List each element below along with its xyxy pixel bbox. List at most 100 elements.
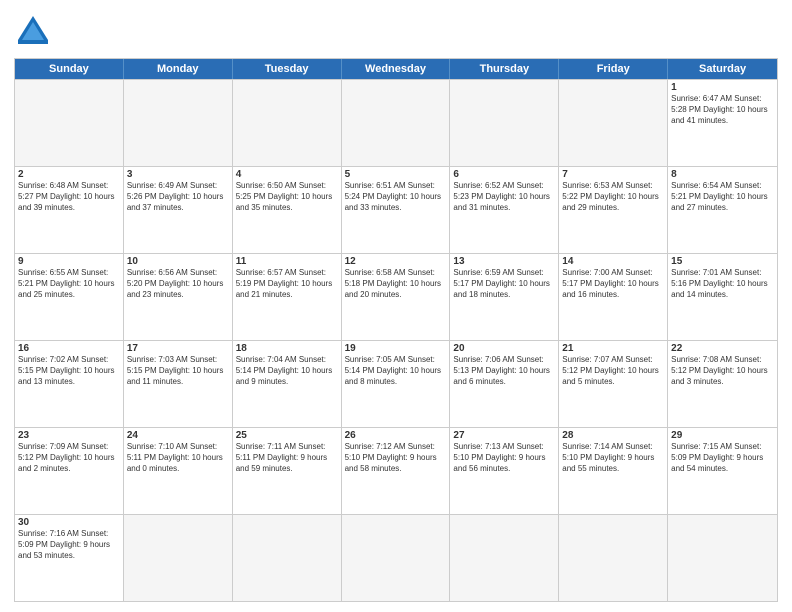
cell-w5-d1 [124, 515, 233, 601]
cell-w2-d1: 10Sunrise: 6:56 AM Sunset: 5:20 PM Dayli… [124, 254, 233, 340]
cell-w3-d4: 20Sunrise: 7:06 AM Sunset: 5:13 PM Dayli… [450, 341, 559, 427]
logo-icon [14, 12, 52, 50]
cell-content: Sunrise: 6:53 AM Sunset: 5:22 PM Dayligh… [562, 181, 664, 213]
cell-w1-d4: 6Sunrise: 6:52 AM Sunset: 5:23 PM Daylig… [450, 167, 559, 253]
cell-w3-d5: 21Sunrise: 7:07 AM Sunset: 5:12 PM Dayli… [559, 341, 668, 427]
cell-w5-d0: 30Sunrise: 7:16 AM Sunset: 5:09 PM Dayli… [15, 515, 124, 601]
week-row-1: 2Sunrise: 6:48 AM Sunset: 5:27 PM Daylig… [15, 166, 777, 253]
cell-content: Sunrise: 6:47 AM Sunset: 5:28 PM Dayligh… [671, 94, 774, 126]
day-number: 8 [671, 169, 774, 180]
day-header-tuesday: Tuesday [233, 59, 342, 79]
day-number: 10 [127, 256, 229, 267]
day-number: 14 [562, 256, 664, 267]
cell-w3-d2: 18Sunrise: 7:04 AM Sunset: 5:14 PM Dayli… [233, 341, 342, 427]
cell-w1-d3: 5Sunrise: 6:51 AM Sunset: 5:24 PM Daylig… [342, 167, 451, 253]
day-headers: SundayMondayTuesdayWednesdayThursdayFrid… [15, 59, 777, 79]
cell-w4-d1: 24Sunrise: 7:10 AM Sunset: 5:11 PM Dayli… [124, 428, 233, 514]
cell-content: Sunrise: 7:00 AM Sunset: 5:17 PM Dayligh… [562, 268, 664, 300]
week-row-3: 16Sunrise: 7:02 AM Sunset: 5:15 PM Dayli… [15, 340, 777, 427]
cell-content: Sunrise: 7:02 AM Sunset: 5:15 PM Dayligh… [18, 355, 120, 387]
day-header-monday: Monday [124, 59, 233, 79]
day-number: 27 [453, 430, 555, 441]
day-number: 13 [453, 256, 555, 267]
cell-content: Sunrise: 6:55 AM Sunset: 5:21 PM Dayligh… [18, 268, 120, 300]
day-header-wednesday: Wednesday [342, 59, 451, 79]
cell-w0-d0 [15, 80, 124, 166]
cell-content: Sunrise: 7:10 AM Sunset: 5:11 PM Dayligh… [127, 442, 229, 474]
cell-w3-d0: 16Sunrise: 7:02 AM Sunset: 5:15 PM Dayli… [15, 341, 124, 427]
day-header-saturday: Saturday [668, 59, 777, 79]
day-number: 2 [18, 169, 120, 180]
day-number: 6 [453, 169, 555, 180]
cell-w5-d2 [233, 515, 342, 601]
cell-w5-d4 [450, 515, 559, 601]
day-number: 21 [562, 343, 664, 354]
cell-content: Sunrise: 7:06 AM Sunset: 5:13 PM Dayligh… [453, 355, 555, 387]
day-number: 30 [18, 517, 120, 528]
cell-w2-d3: 12Sunrise: 6:58 AM Sunset: 5:18 PM Dayli… [342, 254, 451, 340]
day-number: 22 [671, 343, 774, 354]
day-number: 12 [345, 256, 447, 267]
page: SundayMondayTuesdayWednesdayThursdayFrid… [0, 0, 792, 612]
day-header-thursday: Thursday [450, 59, 559, 79]
cell-content: Sunrise: 7:04 AM Sunset: 5:14 PM Dayligh… [236, 355, 338, 387]
day-number: 5 [345, 169, 447, 180]
cell-w3-d6: 22Sunrise: 7:08 AM Sunset: 5:12 PM Dayli… [668, 341, 777, 427]
cell-content: Sunrise: 6:49 AM Sunset: 5:26 PM Dayligh… [127, 181, 229, 213]
cell-w4-d0: 23Sunrise: 7:09 AM Sunset: 5:12 PM Dayli… [15, 428, 124, 514]
day-number: 24 [127, 430, 229, 441]
day-number: 17 [127, 343, 229, 354]
week-row-2: 9Sunrise: 6:55 AM Sunset: 5:21 PM Daylig… [15, 253, 777, 340]
logo [14, 12, 52, 50]
cell-content: Sunrise: 6:51 AM Sunset: 5:24 PM Dayligh… [345, 181, 447, 213]
week-row-4: 23Sunrise: 7:09 AM Sunset: 5:12 PM Dayli… [15, 427, 777, 514]
day-number: 23 [18, 430, 120, 441]
cell-content: Sunrise: 6:50 AM Sunset: 5:25 PM Dayligh… [236, 181, 338, 213]
cell-content: Sunrise: 6:58 AM Sunset: 5:18 PM Dayligh… [345, 268, 447, 300]
cell-content: Sunrise: 7:16 AM Sunset: 5:09 PM Dayligh… [18, 529, 120, 561]
cell-content: Sunrise: 6:57 AM Sunset: 5:19 PM Dayligh… [236, 268, 338, 300]
cell-w4-d5: 28Sunrise: 7:14 AM Sunset: 5:10 PM Dayli… [559, 428, 668, 514]
header [14, 12, 778, 50]
day-number: 3 [127, 169, 229, 180]
cell-content: Sunrise: 7:01 AM Sunset: 5:16 PM Dayligh… [671, 268, 774, 300]
cell-content: Sunrise: 6:59 AM Sunset: 5:17 PM Dayligh… [453, 268, 555, 300]
cell-w1-d6: 8Sunrise: 6:54 AM Sunset: 5:21 PM Daylig… [668, 167, 777, 253]
cell-content: Sunrise: 7:07 AM Sunset: 5:12 PM Dayligh… [562, 355, 664, 387]
cell-w5-d3 [342, 515, 451, 601]
day-number: 9 [18, 256, 120, 267]
week-row-5: 30Sunrise: 7:16 AM Sunset: 5:09 PM Dayli… [15, 514, 777, 601]
cell-w1-d1: 3Sunrise: 6:49 AM Sunset: 5:26 PM Daylig… [124, 167, 233, 253]
day-number: 26 [345, 430, 447, 441]
cell-w1-d2: 4Sunrise: 6:50 AM Sunset: 5:25 PM Daylig… [233, 167, 342, 253]
calendar: SundayMondayTuesdayWednesdayThursdayFrid… [14, 58, 778, 602]
day-number: 20 [453, 343, 555, 354]
cell-w3-d3: 19Sunrise: 7:05 AM Sunset: 5:14 PM Dayli… [342, 341, 451, 427]
cell-content: Sunrise: 7:14 AM Sunset: 5:10 PM Dayligh… [562, 442, 664, 474]
day-number: 11 [236, 256, 338, 267]
cell-w2-d6: 15Sunrise: 7:01 AM Sunset: 5:16 PM Dayli… [668, 254, 777, 340]
cell-w4-d3: 26Sunrise: 7:12 AM Sunset: 5:10 PM Dayli… [342, 428, 451, 514]
day-header-friday: Friday [559, 59, 668, 79]
cell-w0-d5 [559, 80, 668, 166]
day-number: 29 [671, 430, 774, 441]
week-row-0: 1Sunrise: 6:47 AM Sunset: 5:28 PM Daylig… [15, 79, 777, 166]
cell-w0-d4 [450, 80, 559, 166]
cell-content: Sunrise: 6:52 AM Sunset: 5:23 PM Dayligh… [453, 181, 555, 213]
day-number: 15 [671, 256, 774, 267]
day-header-sunday: Sunday [15, 59, 124, 79]
cell-content: Sunrise: 7:11 AM Sunset: 5:11 PM Dayligh… [236, 442, 338, 474]
day-number: 4 [236, 169, 338, 180]
cell-w5-d6 [668, 515, 777, 601]
cell-content: Sunrise: 7:05 AM Sunset: 5:14 PM Dayligh… [345, 355, 447, 387]
cell-content: Sunrise: 7:03 AM Sunset: 5:15 PM Dayligh… [127, 355, 229, 387]
cell-w2-d2: 11Sunrise: 6:57 AM Sunset: 5:19 PM Dayli… [233, 254, 342, 340]
weeks: 1Sunrise: 6:47 AM Sunset: 5:28 PM Daylig… [15, 79, 777, 601]
cell-w0-d3 [342, 80, 451, 166]
cell-w3-d1: 17Sunrise: 7:03 AM Sunset: 5:15 PM Dayli… [124, 341, 233, 427]
cell-content: Sunrise: 7:09 AM Sunset: 5:12 PM Dayligh… [18, 442, 120, 474]
cell-content: Sunrise: 6:56 AM Sunset: 5:20 PM Dayligh… [127, 268, 229, 300]
day-number: 19 [345, 343, 447, 354]
cell-content: Sunrise: 7:12 AM Sunset: 5:10 PM Dayligh… [345, 442, 447, 474]
cell-w4-d2: 25Sunrise: 7:11 AM Sunset: 5:11 PM Dayli… [233, 428, 342, 514]
